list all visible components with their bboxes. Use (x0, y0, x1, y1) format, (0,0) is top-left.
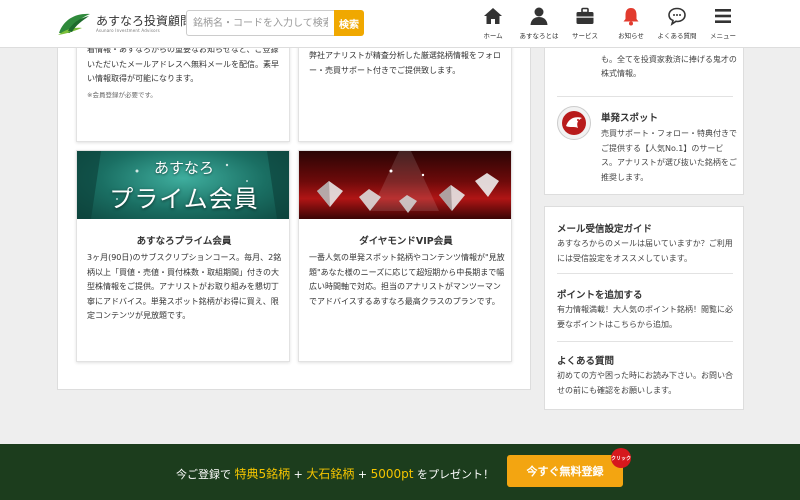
click-badge: クリック (611, 448, 631, 468)
briefcase-icon (576, 7, 594, 24)
registration-msg-post: をプレゼント！ (416, 468, 494, 481)
sidebar-link-mail-guide-text: あすなろからのメールは届いていますか？ご利用には受信設定をオススメしています。 (557, 239, 733, 263)
sidebar-link-add-points-text: 有力情報満載！大人気のポイント銘柄！閲覧に必要なポイントはこちらから追加。 (557, 305, 733, 329)
nav-news[interactable]: お知らせ (608, 6, 654, 40)
nav-menu-label: メニュー (710, 32, 736, 40)
nav-service-label: サービス (572, 32, 598, 40)
nav-home-label: ホーム (483, 32, 503, 40)
search-bar: 検索 (186, 10, 366, 36)
diamond-card-text: 一番人気の単発スポット銘柄やコンテンツ情報が"見放題"あなた様のニーズに応じて超… (309, 253, 505, 306)
nav-menu[interactable]: メニュー (700, 6, 746, 40)
sidebar-link-mail-guide[interactable]: メール受信設定ガイド (557, 221, 652, 235)
chat-bubble-icon (668, 7, 686, 26)
registration-plus: + (357, 468, 368, 481)
service-card-spot[interactable]: 弊社アナリストが精査分析した厳選銘柄情報をフォロー・売買サポート付きでご提供致し… (298, 40, 512, 142)
register-now-button[interactable]: 今すぐ無料登録 (507, 455, 623, 487)
registration-hl-points: 5000pt (370, 467, 414, 481)
service-card-diamond[interactable]: ダイヤモンドVIP会員 一番人気の単発スポット銘柄やコンテンツ情報が"見放題"あ… (298, 150, 512, 362)
leaf-logo-icon (56, 11, 92, 37)
sidebar-link-add-points[interactable]: ポイントを追加する (557, 287, 643, 301)
service-card-prime[interactable]: あすなろ プライム会員 あすなろプライム会員 3ヶ月(90日)のサブスクリプショ… (76, 150, 290, 362)
site-logo[interactable]: あすなろ投資顧問 Asunaro Investment Advisors (56, 10, 192, 38)
diamond-card-title: ダイヤモンドVIP会員 (359, 236, 453, 247)
person-icon (530, 7, 548, 25)
main-nav: ホーム あすなろとは サービス お知らせ よくある質問 メニュー (470, 6, 746, 40)
sidebar-divider (557, 96, 733, 97)
registration-banner: 今ご登録で 特典5銘柄 + 大石銘柄 + 5000pt をプレゼント！ (0, 444, 800, 500)
prime-card-title: あすなろプライム会員 (136, 236, 232, 247)
registration-plus: + (293, 468, 303, 481)
registration-msg-pre: 今ご登録で (176, 468, 231, 481)
sidebar-links-box: メール受信設定ガイド あすなろからのメールは届いていますか？ご利用には受信設定を… (544, 206, 744, 410)
prime-banner-image: あすなろ プライム会員 (77, 151, 289, 219)
nav-news-label: お知らせ (618, 32, 644, 40)
registration-hl-bonus: 特典5銘柄 (234, 467, 291, 481)
sidebar-link-faq-text: 初めての方や困った時にお読み下さい。お問い合せの前にも確認をお願いします。 (557, 371, 733, 395)
prime-banner-line2: プライム会員 (109, 185, 259, 213)
registration-hl-oishi: 大石銘柄 (306, 467, 355, 481)
diamond-banner-image (299, 151, 511, 219)
registration-message: 今ご登録で 特典5銘柄 + 大石銘柄 + 5000pt をプレゼント！ (176, 465, 494, 482)
nav-about-label: あすなろとは (519, 32, 559, 40)
search-input[interactable] (186, 10, 334, 36)
sidebar-link-faq[interactable]: よくある質問 (557, 353, 614, 367)
bell-icon (623, 8, 639, 26)
nav-faq-label: よくある質問 (657, 32, 697, 40)
service-card-mail[interactable]: 着情報・あすなろからの重要なお知らせなど、ご登録いただいたメールアドレスへ無料メ… (76, 40, 290, 142)
service-card-spot-text: 弊社アナリストが精査分析した厳選銘柄情報をフォロー・売買サポート付きでご提供致し… (309, 51, 501, 75)
search-button[interactable]: 検索 (334, 10, 364, 36)
nav-faq[interactable]: よくある質問 (654, 6, 700, 40)
home-icon (484, 8, 502, 24)
main-content-panel: 着情報・あすなろからの重要なお知らせなど、ご登録いただいたメールアドレスへ無料メ… (57, 0, 531, 390)
sidebar-spot-text: 売買サポート・フォロー・特典付きでご提供する【人気No.1】のサービス。アナリス… (601, 129, 737, 182)
spot-dragon-icon (557, 106, 591, 140)
nav-about[interactable]: あすなろとは (516, 6, 562, 40)
sidebar-divider (557, 341, 733, 342)
sidebar-spot-title[interactable]: 単発スポット (601, 110, 658, 124)
logo-title: あすなろ投資顧問 (96, 14, 193, 28)
service-card-mail-note: ※会員登録が必要です。 (87, 90, 157, 99)
sidebar-divider (557, 273, 733, 274)
nav-home[interactable]: ホーム (470, 6, 516, 40)
site-header: あすなろ投資顧問 Asunaro Investment Advisors 検索 … (0, 0, 800, 48)
nav-service[interactable]: サービス (562, 6, 608, 40)
prime-card-text: 3ヶ月(90日)のサブスクリプションコース。毎月、2銘柄以上「買値・売値・買付株… (87, 253, 282, 320)
logo-subtitle: Asunaro Investment Advisors (96, 28, 160, 33)
hamburger-menu-icon (715, 9, 731, 23)
service-card-mail-text: 着情報・あすなろからの重要なお知らせなど、ご登録いただいたメールアドレスへ無料メ… (87, 45, 279, 83)
prime-banner-line1: あすなろ (153, 159, 214, 177)
